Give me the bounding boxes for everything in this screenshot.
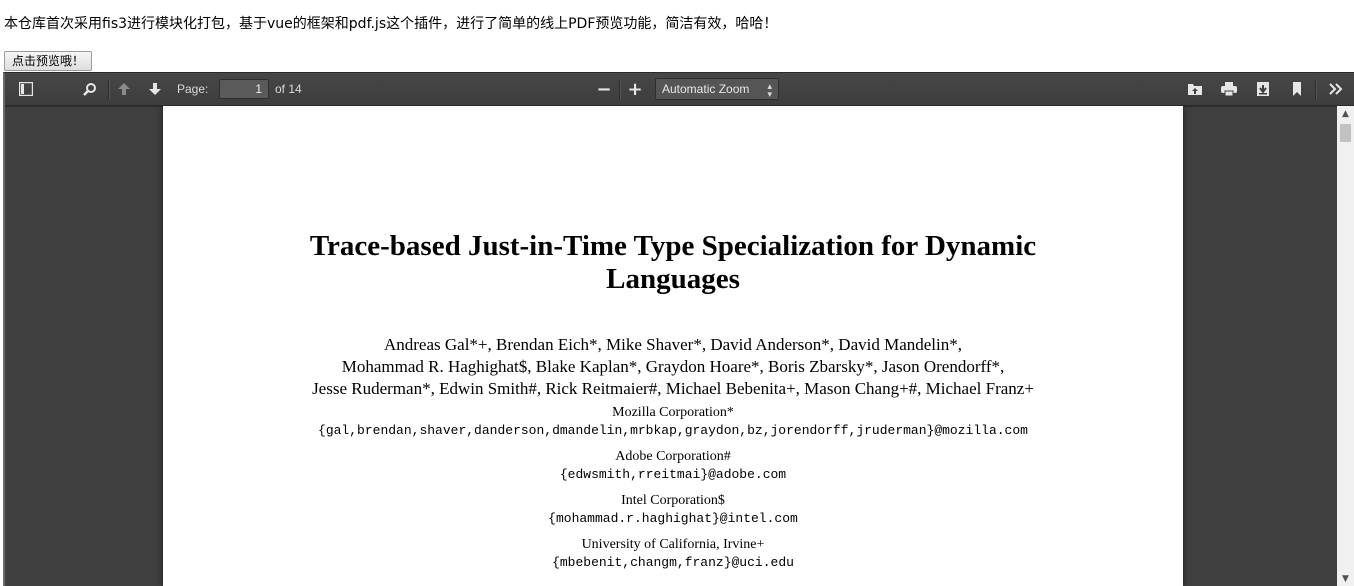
previous-page-icon[interactable]	[115, 80, 133, 98]
affiliation-name: Intel Corporation$	[621, 493, 725, 508]
affiliation-email: {mohammad.r.haghighat}@intel.com	[548, 511, 798, 526]
open-file-icon[interactable]	[1186, 80, 1204, 98]
authors-line: Mohammad R. Haghighat$, Blake Kaplan*, G…	[341, 357, 1005, 376]
affiliation: Intel Corporation$ {mohammad.r.haghighat…	[163, 492, 1183, 528]
affiliation-email: {edwsmith,rreitmai}@adobe.com	[559, 467, 787, 482]
pdf-viewer: Page: of 14 − + Automatic Zoom ▴▾ Tra	[3, 72, 1354, 586]
affiliation-email: {mbebenit,changm,franz}@uci.edu	[552, 555, 794, 570]
zoom-select-value: Automatic Zoom	[662, 82, 750, 96]
zoom-select[interactable]: Automatic Zoom ▴ ▾	[655, 78, 779, 100]
paper-authors: Andreas Gal*+, Brendan Eich*, Mike Shave…	[163, 334, 1183, 400]
page-label: Page:	[177, 82, 209, 96]
pdf-toolbar: Page: of 14 − + Automatic Zoom ▴▾	[5, 73, 1354, 106]
scroll-up-icon[interactable]: ▲	[1337, 106, 1354, 122]
tools-icon[interactable]	[1327, 80, 1345, 98]
scroll-down-icon[interactable]: ▼	[1337, 571, 1354, 586]
intro-text: 本仓库首次采用fis3进行模块化打包，基于vue的框架和pdf.js这个插件，进…	[4, 16, 778, 32]
download-icon[interactable]	[1254, 80, 1272, 98]
toolbar-separator	[619, 79, 620, 99]
page-number-input[interactable]	[219, 79, 269, 99]
affiliation: Mozilla Corporation* {gal,brendan,shaver…	[163, 404, 1183, 440]
authors-line: Jesse Ruderman*, Edwin Smith#, Rick Reit…	[312, 379, 1034, 398]
toolbar-separator	[1315, 79, 1316, 99]
scrollbar-thumb[interactable]	[1340, 124, 1351, 142]
affiliation: University of California, Irvine+ {mbebe…	[163, 536, 1183, 572]
next-page-icon[interactable]	[146, 80, 164, 98]
pdf-content-area[interactable]: Trace-based Just-in-Time Type Specializa…	[5, 106, 1339, 586]
print-icon[interactable]	[1220, 80, 1238, 98]
affiliation-name: Mozilla Corporation*	[612, 405, 734, 420]
affiliation-email: {gal,brendan,shaver,danderson,dmandelin,…	[318, 423, 1028, 438]
bookmark-icon[interactable]	[1288, 80, 1306, 98]
paper-title-line2: Languages	[606, 263, 740, 295]
zoom-out-button[interactable]: −	[595, 79, 613, 100]
chevron-up-down-icon: ▴ ▾	[767, 81, 772, 99]
affiliation-name: Adobe Corporation#	[615, 449, 731, 464]
affiliation: Adobe Corporation# {edwsmith,rreitmai}@a…	[163, 448, 1183, 484]
preview-button[interactable]: 点击预览哦！	[4, 51, 93, 71]
toolbar-separator	[108, 79, 109, 99]
sidebar-toggle-icon[interactable]	[17, 80, 35, 98]
paper-title-line1: Trace-based Just-in-Time Type Specializa…	[309, 230, 1037, 262]
pdf-page: Trace-based Just-in-Time Type Specializa…	[163, 106, 1183, 586]
page-total: of 14	[275, 82, 302, 96]
search-icon[interactable]	[81, 80, 99, 98]
paper-title: Trace-based Just-in-Time Type Specializa…	[163, 230, 1183, 296]
affiliation-name: University of California, Irvine+	[581, 537, 765, 552]
vertical-scrollbar[interactable]: ▲ ▼	[1337, 106, 1354, 586]
zoom-in-button[interactable]: +	[626, 79, 644, 100]
authors-line: Andreas Gal*+, Brendan Eich*, Mike Shave…	[383, 335, 963, 354]
